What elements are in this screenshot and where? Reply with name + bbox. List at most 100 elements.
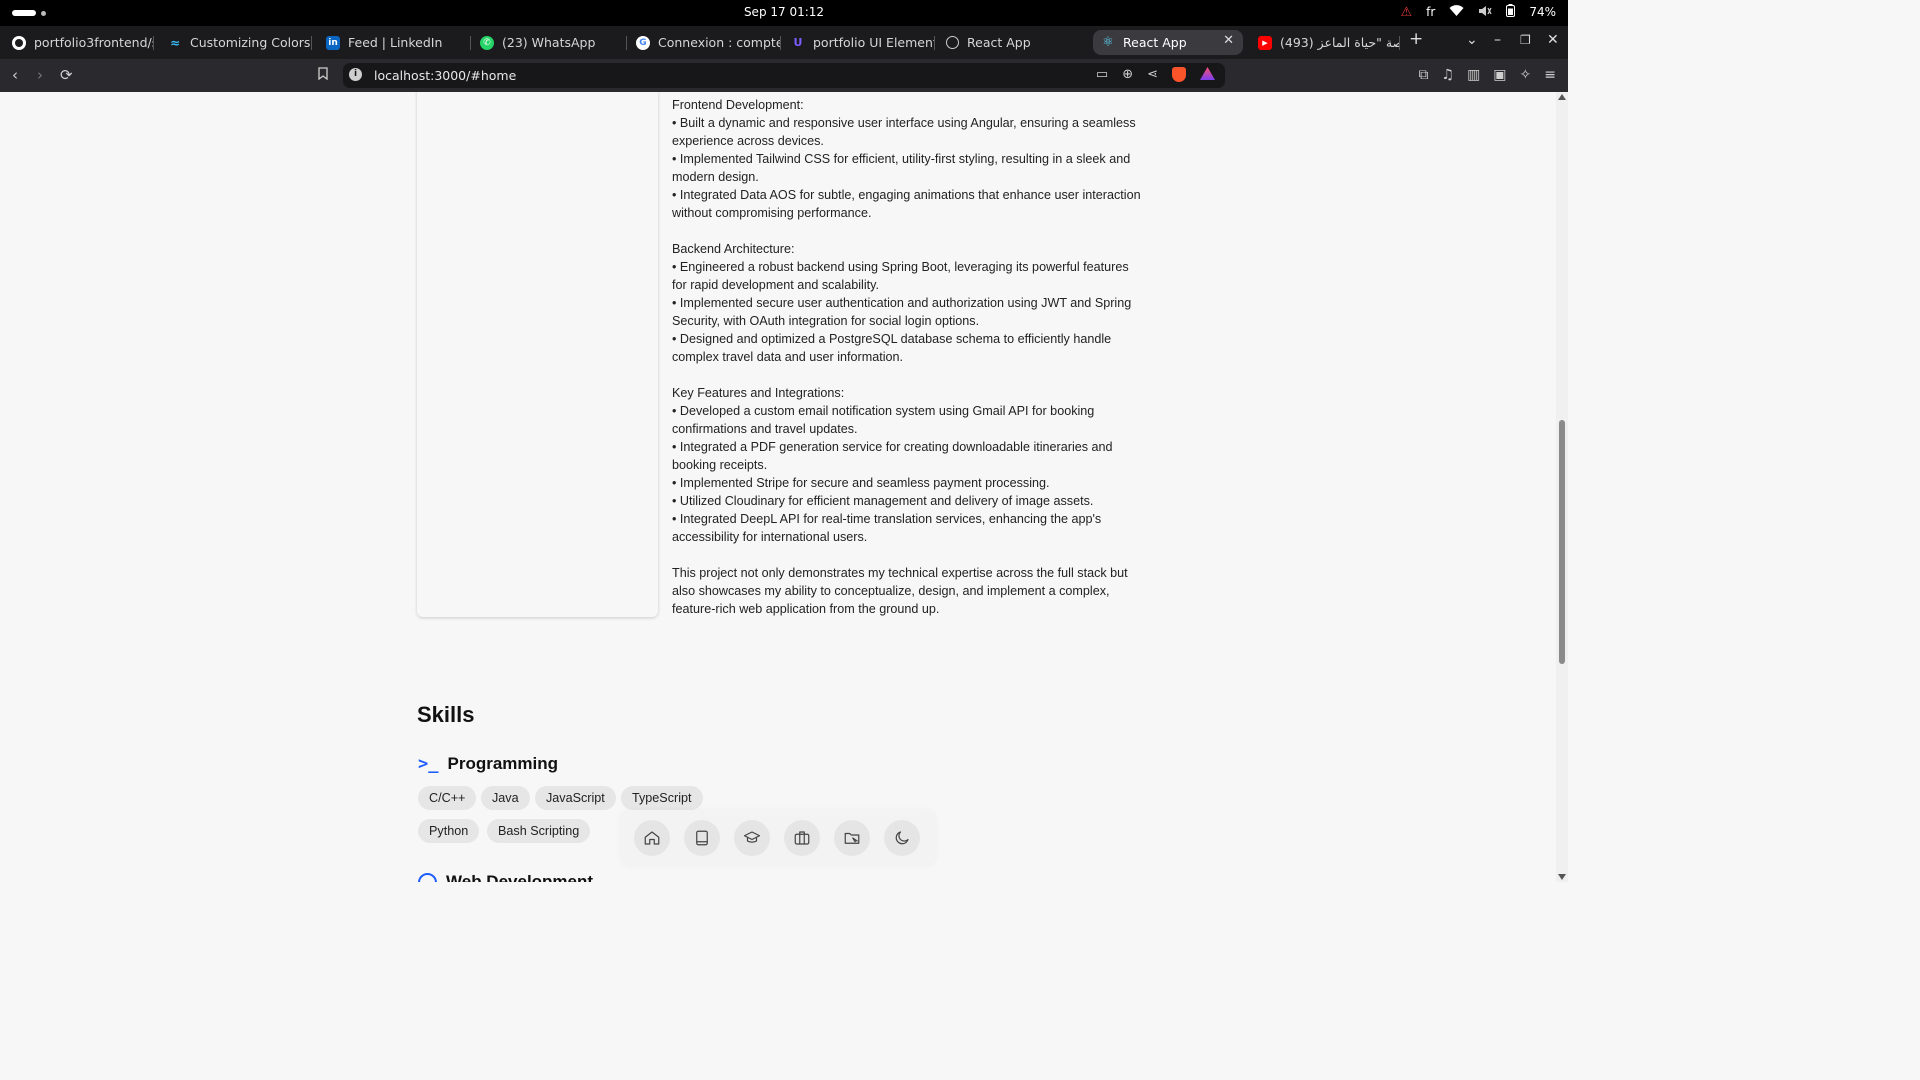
tab-list-chevron-icon[interactable]: ⌄	[1466, 32, 1478, 48]
tab-react-app[interactable]: React App	[938, 30, 1088, 55]
system-clock[interactable]: Sep 17 01:12	[0, 5, 1568, 19]
new-tab-icon[interactable]: +	[1409, 29, 1423, 49]
category-label: Programming	[447, 754, 559, 773]
description-line: • Integrated DeepL API for real-time tra…	[672, 512, 1102, 544]
theme-toggle-button[interactable]	[884, 820, 920, 856]
minimize-icon[interactable]: –	[1494, 32, 1501, 48]
battery-icon[interactable]	[1506, 4, 1516, 20]
site-info-icon[interactable]: i	[349, 68, 362, 81]
home-button[interactable]	[634, 820, 670, 856]
tab-linkedin[interactable]: in Feed | LinkedIn	[318, 30, 471, 55]
github-icon	[12, 35, 26, 50]
zoom-icon[interactable]: ⊕	[1122, 67, 1133, 82]
scroll-down-icon[interactable]	[1558, 874, 1566, 880]
youtube-icon: ▶	[1258, 35, 1272, 50]
address-bar-icons: ▭ ⊕ ⋖	[1096, 67, 1215, 82]
keyboard-layout[interactable]: fr	[1426, 5, 1435, 19]
tab-whatsapp[interactable]: ✆ (23) WhatsApp	[472, 30, 627, 55]
section-heading: Backend Architecture:	[672, 242, 795, 256]
folder-icon	[844, 832, 860, 844]
tab-react-app-active[interactable]: ⚛ React App ✕	[1093, 30, 1243, 55]
tab-separator	[1399, 36, 1400, 50]
cast-icon[interactable]: ▭	[1096, 67, 1108, 82]
tab-label: (23) WhatsApp	[502, 35, 596, 50]
skill-chip: C/C++	[418, 786, 477, 810]
about-button[interactable]	[684, 820, 720, 856]
menu-icon[interactable]: ≡	[1544, 67, 1556, 83]
reload-icon[interactable]: ⟳	[60, 66, 73, 84]
skill-chip: JavaScript	[535, 786, 616, 810]
education-button[interactable]	[734, 820, 770, 856]
description-line: • Implemented Tailwind CSS for efficient…	[672, 152, 1131, 184]
description-summary: This project not only demonstrates my te…	[672, 566, 1128, 616]
tab-label: Feed | LinkedIn	[348, 35, 443, 50]
skill-chip: Python	[418, 819, 480, 843]
description-line: • Built a dynamic and responsive user in…	[672, 116, 1136, 148]
volume-muted-icon[interactable]	[1478, 5, 1492, 20]
close-tab-icon[interactable]: ✕	[1223, 33, 1234, 48]
forward-icon[interactable]: ›	[37, 66, 43, 84]
tab-label: (493) قصة "حياة الماعز	[1280, 35, 1400, 50]
category-label: Web Development	[446, 872, 594, 882]
browser-tab-strip: portfolio3frontend/s ≈ Customizing Color…	[0, 26, 1568, 59]
home-icon	[644, 831, 660, 845]
floating-nav-dock	[620, 810, 936, 866]
media-icon[interactable]: ♫	[1442, 67, 1455, 83]
sidebar-icon[interactable]: ▥	[1467, 67, 1480, 83]
tab-google[interactable]: G Connexion : comptes	[628, 30, 781, 55]
tab-separator	[934, 36, 935, 50]
tab-portfolio-ui[interactable]: U portfolio UI Element	[783, 30, 935, 55]
description-line: • Designed and optimized a PostgreSQL da…	[672, 332, 1112, 364]
system-tray: ⚠ fr 74%	[1401, 4, 1556, 20]
linkedin-icon: in	[326, 35, 340, 50]
section-heading: Key Features and Integrations:	[672, 386, 845, 400]
section-heading: Frontend Development:	[672, 98, 804, 112]
programming-category: >_ Programming	[418, 754, 558, 774]
skills-heading: Skills	[417, 702, 475, 727]
terminal-icon: >_	[418, 754, 439, 774]
scrollbar-thumb[interactable]	[1559, 420, 1565, 664]
page-viewport: Frontend Development: • Built a dynamic …	[0, 92, 1556, 882]
tab-youtube[interactable]: ▶ (493) قصة "حياة الماعز	[1250, 30, 1400, 55]
briefcase-icon	[794, 831, 810, 845]
experience-button[interactable]	[784, 820, 820, 856]
description-line: • Implemented Stripe for secure and seam…	[672, 476, 1050, 490]
back-icon[interactable]: ‹	[12, 66, 18, 84]
skill-chip: Java	[481, 786, 530, 810]
maximize-icon[interactable]: ❐	[1520, 33, 1531, 47]
page-scrollbar[interactable]	[1556, 92, 1568, 882]
projects-button[interactable]	[834, 820, 870, 856]
tab-label: Connexion : comptes	[658, 35, 781, 50]
tab-tailwind[interactable]: ≈ Customizing Colors -	[160, 30, 312, 55]
wallet-icon[interactable]: ▣	[1493, 67, 1506, 83]
notification-badge	[1212, 67, 1215, 72]
brave-shields-icon[interactable]	[1172, 67, 1186, 82]
brave-rewards-icon[interactable]	[1200, 67, 1215, 80]
wifi-icon[interactable]	[1449, 4, 1464, 20]
browser-toolbar: ‹ › ⟳ i localhost:3000/#home ▭ ⊕ ⋖ ⧉ ♫ ▥…	[0, 59, 1568, 92]
description-line: • Integrated a PDF generation service fo…	[672, 440, 1113, 472]
tab-separator	[470, 36, 471, 50]
share-icon[interactable]: ⋖	[1147, 67, 1158, 82]
leo-ai-icon[interactable]: ✧	[1520, 67, 1532, 83]
moon-icon	[895, 831, 909, 845]
ui-icon: U	[793, 36, 803, 49]
extensions-icon[interactable]: ⧉	[1419, 67, 1429, 83]
system-top-bar: Sep 17 01:12 ⚠ fr 74%	[0, 0, 1568, 26]
close-window-icon[interactable]: ✕	[1547, 32, 1559, 48]
tab-github[interactable]: portfolio3frontend/s	[4, 30, 154, 55]
tab-label: Customizing Colors -	[190, 35, 312, 50]
google-icon: G	[636, 35, 650, 50]
warning-icon[interactable]: ⚠	[1401, 5, 1413, 20]
web-development-category: Web Development	[418, 872, 593, 882]
address-bar[interactable]: i localhost:3000/#home ▭ ⊕ ⋖	[343, 63, 1225, 88]
skill-chip: Bash Scripting	[487, 819, 591, 843]
bookmark-icon[interactable]	[318, 66, 328, 84]
url-text[interactable]: localhost:3000/#home	[374, 68, 516, 83]
scroll-up-icon[interactable]	[1558, 94, 1566, 100]
tab-separator	[626, 36, 627, 50]
tab-separator	[153, 36, 154, 50]
